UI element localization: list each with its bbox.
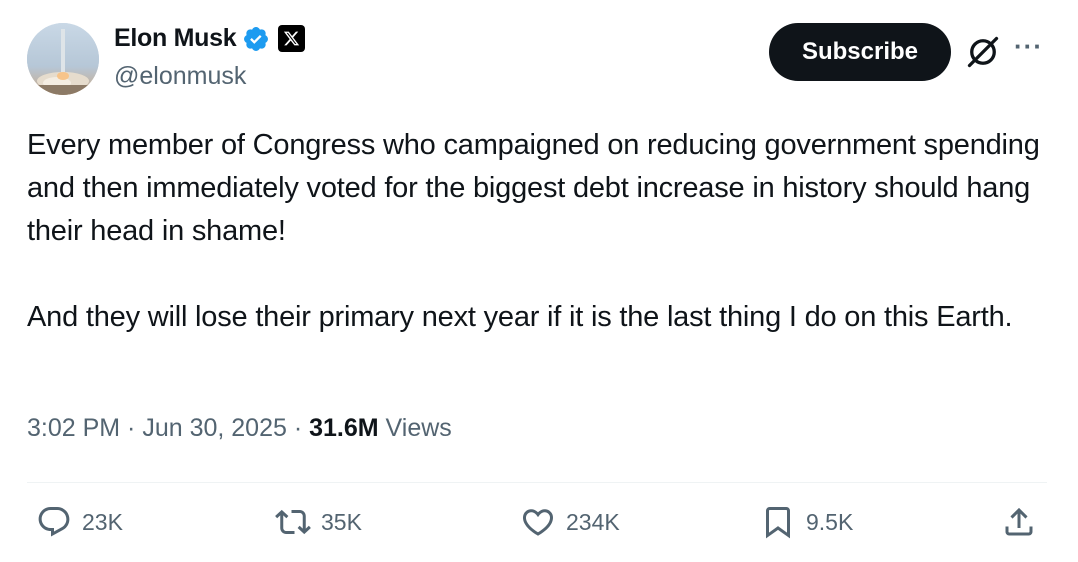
author-name-row: Elon Musk [114,24,306,53]
tweet-date[interactable]: Jun 30, 2025 [142,414,287,442]
author-name[interactable]: Elon Musk [114,24,237,53]
like-count: 234K [566,508,620,535]
share-icon [1005,507,1033,536]
repost-button[interactable]: 35K [275,504,362,540]
tweet-paragraph: And they will lose their primary next ye… [27,301,1013,333]
verified-badge-icon[interactable] [242,25,270,53]
reply-icon [38,507,70,537]
repost-count: 35K [321,508,362,535]
grok-icon[interactable] [965,34,1001,70]
views-label: Views [378,414,452,442]
rocket-launch-image [27,23,99,95]
repost-icon [275,509,311,535]
tweet-text: Every member of Congress who campaigned … [27,124,1057,339]
divider [27,482,1047,483]
tweet-time[interactable]: 3:02 PM [27,414,120,442]
more-options-icon[interactable]: ··· [1014,33,1043,59]
meta-separator: · [120,414,143,442]
bookmark-count: 9.5K [806,508,854,535]
tweet-paragraph: Every member of Congress who campaigned … [27,129,1040,247]
bookmark-button[interactable]: 9.5K [760,504,853,540]
share-button[interactable] [1001,504,1037,540]
like-button[interactable]: 234K [520,504,620,540]
subscribe-button[interactable]: Subscribe [769,23,951,81]
x-logo-icon [284,31,300,46]
reply-button[interactable]: 23K [36,504,123,540]
reply-count: 23K [82,508,123,535]
author-handle[interactable]: @elonmusk [114,62,246,91]
avatar[interactable] [27,23,99,95]
views-count: 31.6M [309,414,379,442]
x-affiliate-badge[interactable] [278,25,306,52]
meta-separator: · [286,414,310,442]
tweet-meta: 3:02 PM · Jun 30, 2025 · 31.6M Views [27,414,452,443]
bookmark-icon [766,507,790,539]
heart-icon [522,509,554,536]
